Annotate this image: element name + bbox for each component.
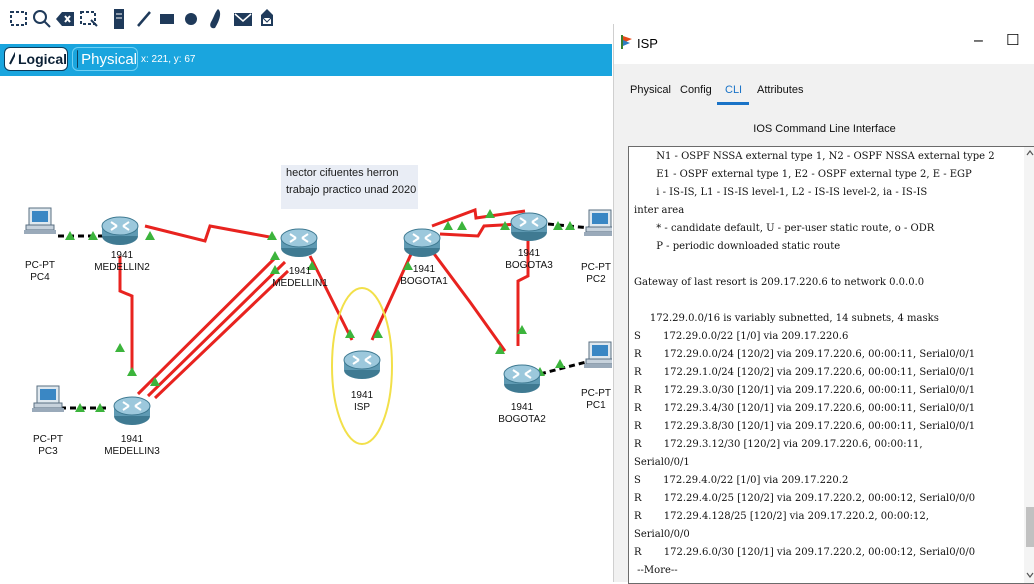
zoom-icon[interactable] (31, 8, 53, 30)
medellin1-router[interactable] (277, 220, 321, 260)
console-line: S 172.29.0.0/22 [1/0] via 209.17.220.6 (634, 331, 848, 342)
active-tab-indicator (717, 102, 749, 105)
rectangle-icon[interactable] (156, 8, 178, 30)
minimize-button[interactable]: – (974, 32, 983, 50)
logical-icon (9, 52, 15, 66)
console-line: N1 - OSPF NSSA external type 1, N2 - OSP… (634, 151, 995, 162)
console-line: R 172.29.0.0/24 [120/2] via 209.17.220.6… (634, 349, 975, 360)
topology-links (0, 76, 612, 582)
console-line: R 172.29.3.0/30 [120/1] via 209.17.220.6… (634, 385, 975, 396)
console-line: 172.29.0.0/16 is variably subnetted, 14 … (634, 313, 939, 324)
maximize-button[interactable]: ☐ (1006, 31, 1019, 49)
delete-icon[interactable] (54, 8, 76, 30)
cli-console[interactable]: N1 - OSPF NSSA external type 1, N2 - OSP… (628, 146, 1034, 584)
medellin3-label: 1941MEDELLIN3 (102, 434, 162, 458)
logical-workspace[interactable]: hector cifuentes herron trabajo practico… (0, 76, 612, 582)
console-line: R 172.29.3.8/30 [120/1] via 209.17.220.6… (634, 421, 975, 432)
pc3-label: PC-PTPC3 (28, 434, 68, 458)
console-line: E1 - OSPF external type 1, E2 - OSPF ext… (634, 169, 972, 180)
tab-attributes[interactable]: Attributes (757, 84, 803, 96)
physical-view-button[interactable]: Physical (72, 47, 138, 71)
console-scrollbar[interactable] (1024, 147, 1034, 583)
console-line: R 172.29.4.128/25 [120/2] via 209.17.220… (634, 511, 929, 522)
pc2-device[interactable] (582, 206, 612, 246)
console-line: Gateway of last resort is 209.17.220.6 t… (634, 277, 924, 288)
window-tabs: Physical Config CLI Attributes (614, 64, 1034, 114)
pc3-device[interactable] (28, 382, 68, 422)
cli-pane: IOS Command Line Interface N1 - OSPF NSS… (614, 114, 1034, 582)
pc4-device[interactable] (20, 204, 60, 244)
console-line: i - IS-IS, L1 - IS-IS level-1, L2 - IS-I… (634, 187, 927, 198)
console-line: --More-- (634, 565, 678, 576)
console-line: R 172.29.1.0/24 [120/2] via 209.17.220.6… (634, 367, 975, 378)
window-title: ISP (637, 36, 658, 51)
tab-physical[interactable]: Physical (630, 84, 671, 96)
medellin2-router[interactable] (98, 208, 142, 248)
inspect-pdu-icon[interactable] (232, 8, 254, 30)
bogota2-router[interactable] (500, 356, 544, 396)
medellin3-router[interactable] (110, 388, 154, 428)
medellin2-label: 1941MEDELLIN2 (92, 250, 152, 274)
cursor-coords: x: 221, y: 67 (141, 54, 195, 65)
console-line: Serial0/0/0 (634, 529, 690, 540)
note-icon[interactable] (108, 8, 130, 30)
medellin1-label: 1941MEDELLIN1 (272, 266, 328, 290)
console-line: R 172.29.3.4/30 [120/1] via 209.17.220.6… (634, 403, 975, 414)
toolbar (0, 0, 610, 38)
bogota1-label: 1941BOGOTA1 (396, 264, 452, 288)
window-titlebar[interactable]: ISP – ☐ (614, 24, 1034, 64)
pc1-label: PC-PTPC1 (580, 388, 612, 412)
line-draw-icon[interactable] (133, 8, 155, 30)
physical-label: Physical (81, 51, 137, 68)
pc2-label: PC-PTPC2 (580, 262, 612, 286)
cli-header: IOS Command Line Interface (614, 123, 1034, 135)
workspace-bar: Logical Physical x: 221, y: 67 (0, 44, 612, 76)
router-app-icon (620, 34, 634, 50)
bogota3-router[interactable] (507, 204, 551, 244)
console-line: inter area (634, 205, 684, 216)
ellipse-icon[interactable] (180, 8, 202, 30)
console-line: R 172.29.4.0/25 [120/2] via 209.17.220.2… (634, 493, 975, 504)
console-line: R 172.29.3.12/30 [120/2] via 209.17.220.… (634, 439, 923, 450)
pc1-device[interactable] (582, 338, 612, 378)
pc4-label: PC-PTPC4 (20, 260, 60, 284)
console-line: P - periodic downloaded static route (634, 241, 840, 252)
tab-cli[interactable]: CLI (725, 84, 742, 96)
resize-icon[interactable] (78, 8, 100, 30)
bogota3-label: 1941BOGOTA3 (500, 248, 558, 272)
logical-view-button[interactable]: Logical (4, 47, 68, 71)
select-icon[interactable] (8, 8, 30, 30)
console-line: Serial0/0/1 (634, 457, 690, 468)
logical-label: Logical (18, 51, 67, 67)
tab-config[interactable]: Config (680, 84, 712, 96)
freeform-icon[interactable] (204, 8, 226, 30)
device-window: ISP – ☐ Physical Config CLI Attributes I… (613, 24, 1034, 582)
note-line-1: hector cifuentes herron (281, 165, 418, 182)
bogota1-router[interactable] (400, 220, 444, 260)
complex-pdu-icon[interactable] (256, 8, 278, 30)
console-line: * - candidate default, U - per-user stat… (634, 223, 934, 234)
bogota2-label: 1941BOGOTA2 (494, 402, 550, 426)
canvas-note[interactable]: hector cifuentes herron trabajo practico… (281, 165, 418, 209)
isp-label: 1941ISP (342, 390, 382, 414)
console-line: R 172.29.6.0/30 [120/1] via 209.17.220.2… (634, 547, 975, 558)
isp-router[interactable] (340, 342, 384, 382)
note-line-2: trabajo practico unad 2020 (281, 182, 418, 199)
console-line: S 172.29.4.0/22 [1/0] via 209.17.220.2 (634, 475, 848, 486)
